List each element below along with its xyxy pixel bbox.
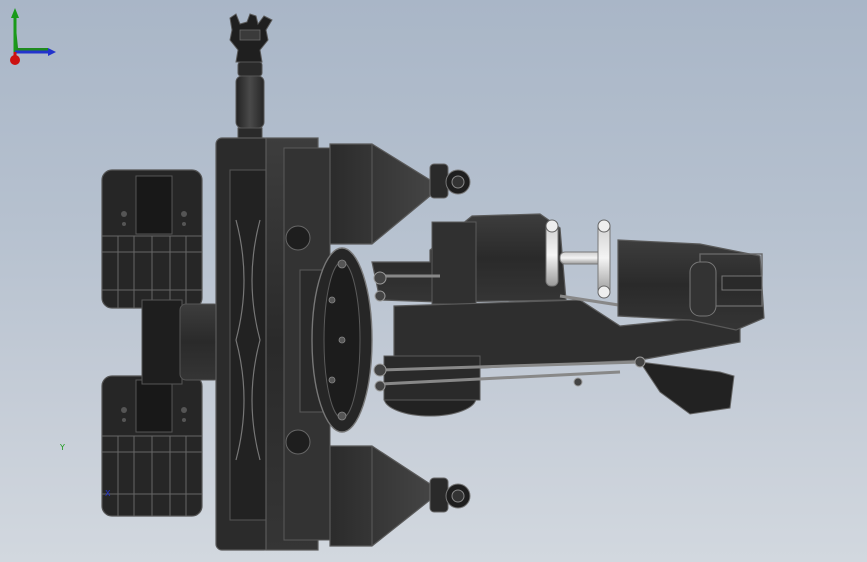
track-lower[interactable]: [101, 375, 203, 517]
triad-x-label: X: [105, 489, 111, 498]
graphics-viewport[interactable]: Y X: [0, 0, 867, 562]
track-axle: [141, 299, 221, 385]
track-upper[interactable]: [101, 169, 203, 309]
end-bracket[interactable]: [617, 239, 765, 331]
cad-model[interactable]: [0, 0, 867, 562]
funnel-lower[interactable]: [329, 445, 471, 547]
rotary-flange[interactable]: [311, 247, 373, 433]
coordinate-triad-icon: [10, 8, 56, 65]
triad-y-label: Y: [60, 443, 65, 452]
